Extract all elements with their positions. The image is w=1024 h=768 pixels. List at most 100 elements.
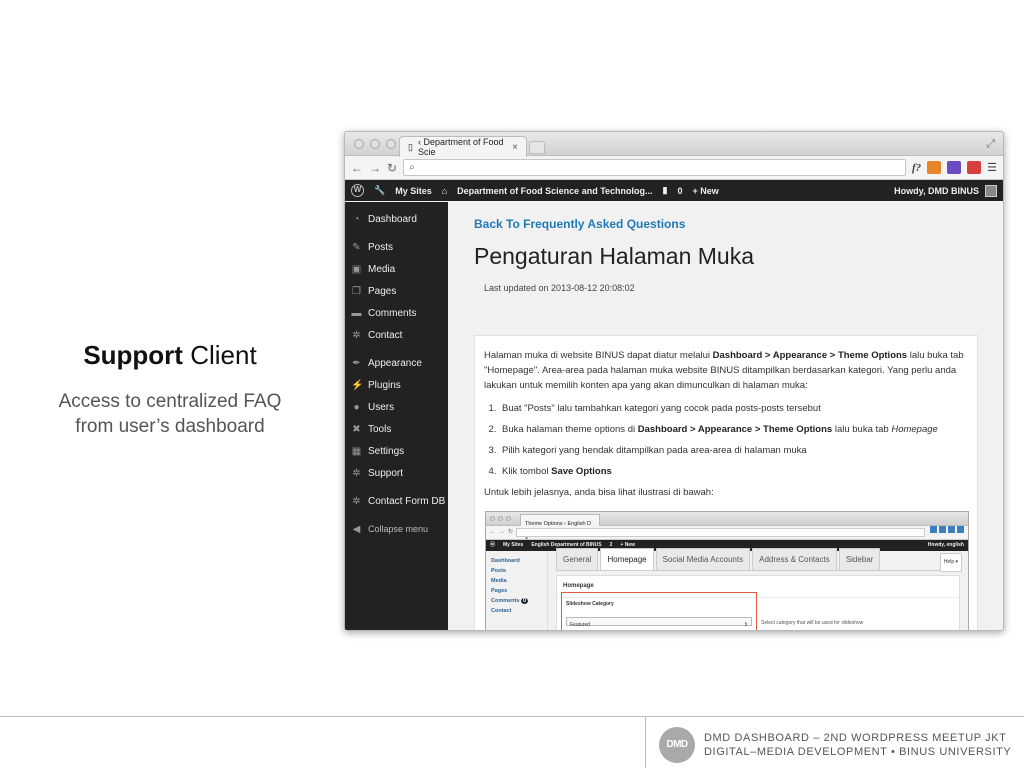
phone-extension-icon[interactable]: [947, 161, 962, 174]
new-tab-button[interactable]: [529, 141, 545, 154]
sidebar-item-contact[interactable]: ✲ Contact: [345, 324, 448, 346]
address-bar[interactable]: ⌕: [403, 159, 906, 176]
wp-admin-bar: W 🔧 My Sites ⌂ Department of Food Scienc…: [345, 180, 1003, 201]
sidebar-item-settings[interactable]: ▦ Settings: [345, 440, 448, 462]
footer-line2: DIGITAL–MEDIA DEVELOPMENT • BINUS UNIVER…: [704, 746, 1012, 758]
settings-icon: ▦: [351, 445, 362, 457]
mini-comments-badge: 0: [520, 598, 529, 604]
sidebar-item-posts[interactable]: ✎ Posts: [345, 236, 448, 258]
mini-tab-general: General: [556, 548, 599, 570]
home-icon: ⌂: [441, 185, 448, 196]
zoom-window-button[interactable]: [386, 139, 396, 149]
reload-icon[interactable]: ↻: [387, 161, 397, 175]
mini-titlebar: Theme Options ‹ English D ×: [486, 512, 968, 542]
sidebar-item-pages[interactable]: ❐ Pages: [345, 280, 448, 302]
gear-icon: ✲: [352, 467, 361, 479]
user-icon: ●: [353, 401, 360, 413]
sidebar-item-label: Plugins: [368, 379, 401, 391]
slide-heading-bold: Support: [83, 340, 183, 370]
faq-step-text: Klik tombol: [502, 466, 552, 477]
slide-subtitle-line1: Access to centralized FAQ: [58, 391, 282, 412]
sidebar-item-label: Appearance: [368, 357, 422, 369]
extensions: f? ☰: [912, 161, 997, 174]
mini-sidebar-item: Media: [491, 578, 507, 584]
faq-step: Buat "Posts" lalu tambahkan kategori yan…: [499, 401, 968, 416]
sidebar-item-users[interactable]: ● Users: [345, 396, 448, 418]
browser-tab[interactable]: ▯ ‹ Department of Food Scie ×: [399, 136, 527, 157]
sidebar-item-label: Pages: [368, 285, 397, 297]
dmd-logo: DMD: [659, 727, 695, 763]
collapse-menu-button[interactable]: ◀ Collapse menu: [345, 518, 448, 540]
dashboard-icon: ◔: [353, 213, 360, 225]
last-updated: Last updated on 2013-08-12 20:08:02: [484, 283, 635, 293]
browser-toolbar: ← → ↻ ⌕ f? ☰: [345, 156, 1003, 180]
minimize-window-button[interactable]: [370, 139, 380, 149]
wrench-icon: ✖: [352, 423, 361, 435]
browser-tab-title: ‹ Department of Food Scie: [417, 137, 504, 157]
fx-extension-icon[interactable]: f?: [912, 162, 921, 174]
new-extension-icon[interactable]: [927, 161, 942, 174]
mini-select-note: Select category that will be used for sl…: [761, 620, 864, 626]
apps-extension-icon[interactable]: [967, 161, 982, 174]
sidebar-item-media[interactable]: ▣ Media: [345, 258, 448, 280]
admin-comments-count[interactable]: 0: [677, 186, 682, 196]
main-content: Back To Frequently Asked Questions Penga…: [448, 202, 1003, 630]
faq-step-text: lalu buka tab: [832, 424, 892, 435]
brush-icon: ✒: [352, 357, 361, 369]
mini-sidebar-item: Dashboard: [491, 558, 520, 564]
sidebar-item-label: Collapse menu: [368, 524, 429, 534]
my-sites-icon: 🔧: [374, 185, 386, 195]
sidebar-item-plugins[interactable]: ⚡ Plugins: [345, 374, 448, 396]
back-arrow-icon[interactable]: ←: [351, 161, 363, 175]
mini-help-button: Help ▾: [939, 553, 962, 572]
slide-caption: Support Client Access to centralized FAQ…: [0, 340, 340, 439]
mini-tab-title: Theme Options ‹ English D ×: [520, 514, 600, 542]
sidebar-item-label: Contact: [368, 329, 403, 341]
faq-step-text: Pilih kategori yang hendak ditampilkan p…: [502, 445, 807, 456]
sidebar-item-dashboard[interactable]: ◔ Dashboard: [345, 208, 448, 230]
slide-footer: DMD DMD DASHBOARD – 2ND WORDPRESS MEETUP…: [0, 716, 1024, 768]
admin-new[interactable]: + New: [693, 186, 719, 196]
sidebar-item-contact-form-db[interactable]: ✲ Contact Form DB: [345, 490, 448, 512]
gear-icon: ✲: [352, 495, 361, 507]
forward-arrow-icon[interactable]: →: [369, 161, 381, 175]
sidebar-item-support[interactable]: ✲ Support: [345, 462, 448, 484]
sidebar-item-label: Users: [368, 401, 395, 413]
close-window-button[interactable]: [354, 139, 364, 149]
mini-tab-homepage: Homepage: [600, 548, 654, 570]
pin-icon: ✎: [352, 241, 361, 253]
sidebar-item-comments[interactable]: ▬ Comments: [345, 302, 448, 324]
tab-close-icon[interactable]: ×: [512, 142, 518, 153]
fullscreen-icon[interactable]: ⤢: [986, 138, 995, 151]
mini-highlight-title: Slideshow Category: [566, 601, 614, 607]
mini-address-bar: [516, 528, 925, 537]
slide-heading: Support Client: [0, 340, 340, 371]
mini-highlight-box: Slideshow Category Featured ⇕: [561, 592, 757, 630]
media-icon: ▣: [351, 263, 362, 275]
plug-icon: ⚡: [351, 379, 364, 391]
faq-outro: Untuk lebih jelasnya, anda bisa lihat il…: [484, 487, 714, 498]
slide-subtitle: Access to centralized FAQ from user’s da…: [0, 389, 340, 439]
page-title: Pengaturan Halaman Muka: [474, 243, 754, 269]
sidebar-item-label: Comments: [368, 307, 417, 319]
mini-category-select: Featured ⇕: [566, 617, 752, 628]
mini-sidebar-item-comments: Comments 0: [486, 594, 547, 604]
sidebar-item-label: Support: [368, 467, 404, 479]
admin-site-name[interactable]: Department of Food Science and Technolog…: [457, 186, 652, 196]
sidebar-item-appearance[interactable]: ✒ Appearance: [345, 352, 448, 374]
mini-sidebar-item: Contact: [491, 608, 512, 614]
sidebar-item-label: Posts: [368, 241, 394, 253]
gear-icon: ✲: [352, 329, 361, 341]
faq-article: Halaman muka di website BINUS dapat diat…: [474, 335, 978, 630]
admin-my-sites[interactable]: My Sites: [395, 186, 432, 196]
back-to-faq-link[interactable]: Back To Frequently Asked Questions: [474, 217, 977, 231]
admin-sidebar: ◔ Dashboard ✎ Posts ▣ Media ❐ Pages ▬ Comment…: [345, 202, 448, 630]
admin-account[interactable]: Howdy, DMD BINUS: [894, 184, 997, 197]
menu-icon[interactable]: ☰: [987, 161, 997, 174]
faq-step: Pilih kategori yang hendak ditampilkan p…: [499, 443, 968, 458]
sidebar-item-tools[interactable]: ✖ Tools: [345, 418, 448, 440]
faq-intro-path: Dashboard > Appearance > Theme Options: [712, 350, 908, 361]
mini-body: Dashboard Posts Media Pages Comments 0 C…: [486, 548, 968, 630]
wordpress-logo-icon[interactable]: W: [351, 184, 364, 197]
pages-icon: ❐: [352, 285, 361, 297]
